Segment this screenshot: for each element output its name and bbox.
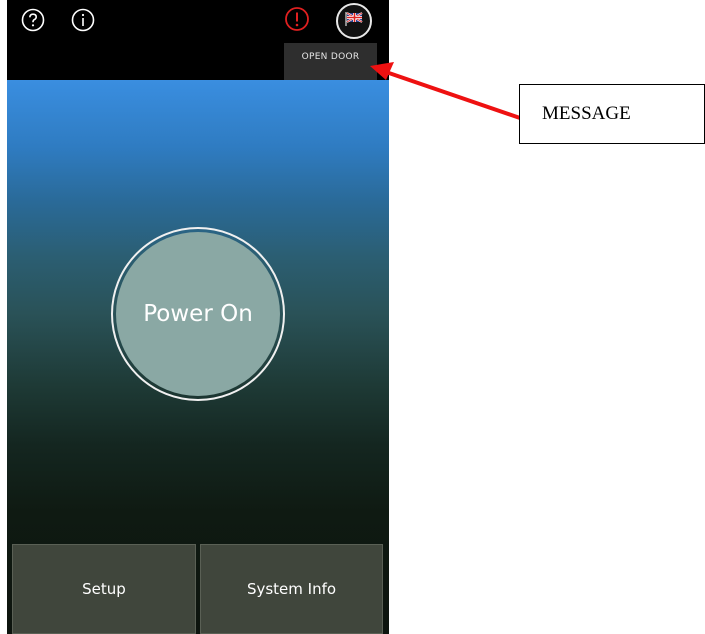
info-icon[interactable] (71, 8, 95, 32)
annotation-arrow (370, 62, 521, 120)
device-screen: OPEN DOOR Power On Setup System Info (7, 0, 389, 634)
setup-label: Setup (82, 580, 126, 598)
system-info-button[interactable]: System Info (200, 544, 383, 634)
top-bar: OPEN DOOR (7, 0, 389, 85)
power-ring: Power On (111, 227, 285, 401)
language-button[interactable] (336, 3, 372, 39)
alert-icon[interactable] (284, 6, 310, 32)
main-panel: Power On Setup System Info (7, 80, 389, 634)
uk-flag-icon (344, 11, 364, 31)
power-on-button[interactable]: Power On (116, 232, 280, 396)
system-info-label: System Info (246, 580, 337, 598)
setup-button[interactable]: Setup (12, 544, 196, 634)
annotation-label: MESSAGE (542, 103, 631, 124)
popup-label: OPEN DOOR (301, 52, 360, 62)
annotation-message-box: MESSAGE (519, 84, 705, 144)
power-label: Power On (143, 301, 253, 327)
help-icon[interactable] (21, 8, 45, 32)
